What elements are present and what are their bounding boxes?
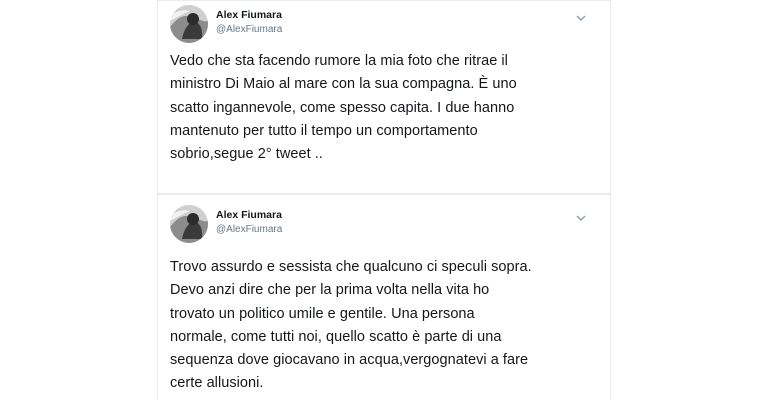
chevron-down-icon[interactable] [574,11,588,25]
author-display-name[interactable]: Alex Fiumara [216,209,282,222]
tweet-card-1[interactable]: Alex Fiumara @AlexFiumara Vedo che sta f… [157,0,611,194]
chevron-down-icon[interactable] [574,211,588,225]
tweet-header: Alex Fiumara @AlexFiumara [170,5,590,49]
avatar[interactable] [170,205,208,243]
tweet-header: Alex Fiumara @AlexFiumara [170,205,590,249]
author-display-name[interactable]: Alex Fiumara [216,9,282,22]
avatar-photo-icon [170,205,208,243]
tweet-card-2[interactable]: Alex Fiumara @AlexFiumara Trovo assurdo … [157,194,611,400]
tweet-thread: Alex Fiumara @AlexFiumara Vedo che sta f… [0,0,768,400]
author-names: Alex Fiumara @AlexFiumara [216,9,282,36]
tweet-text: Vedo che sta facendo rumore la mia foto … [170,53,517,163]
author-handle[interactable]: @AlexFiumara [216,23,282,36]
avatar-photo-icon [170,5,208,43]
avatar[interactable] [170,5,208,43]
author-names: Alex Fiumara @AlexFiumara [216,209,282,236]
tweet-text: Trovo assurdo e sessista che qualcuno ci… [170,259,532,392]
author-handle[interactable]: @AlexFiumara [216,223,282,236]
